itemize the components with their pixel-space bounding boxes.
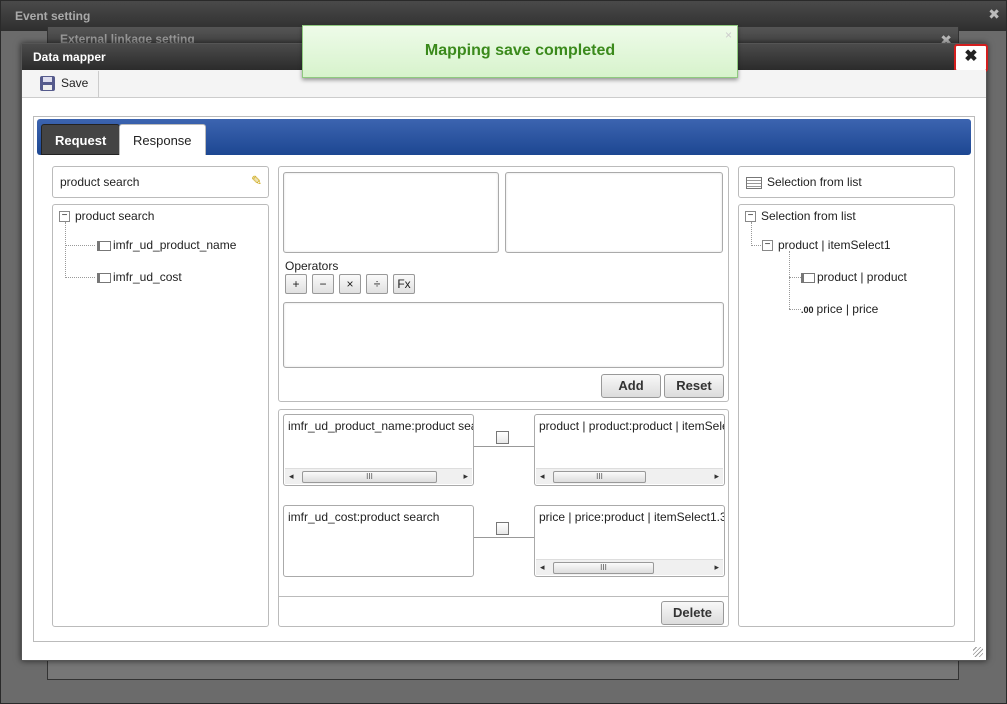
- tree-leaf[interactable]: product | product: [801, 270, 907, 284]
- tree-leaf-label: imfr_ud_product_name: [113, 238, 237, 252]
- tab-bar: Request Response: [37, 119, 971, 155]
- tree-leaf-label: price | price: [816, 302, 879, 316]
- tree-connector: [65, 277, 95, 278]
- operators-label: Operators: [285, 259, 339, 273]
- tree-node-child[interactable]: − product | itemSelect1: [762, 238, 891, 252]
- tree-node-label: Selection from list: [761, 209, 856, 223]
- save-button-label: Save: [61, 76, 89, 90]
- tree-leaf[interactable]: imfr_ud_product_name: [97, 238, 236, 252]
- horizontal-scrollbar[interactable]: ◂ III ▸: [285, 468, 472, 484]
- collapse-icon[interactable]: −: [762, 240, 773, 252]
- resize-grip-icon[interactable]: [973, 647, 983, 657]
- mapping-connector: [474, 537, 534, 538]
- mapping-target-box[interactable]: product | product:product | itemSelect1 …: [534, 414, 725, 486]
- close-button[interactable]: ✖: [954, 44, 988, 72]
- scroll-left-icon[interactable]: ◂: [540, 562, 545, 573]
- scroll-left-icon[interactable]: ◂: [289, 471, 294, 482]
- mapper-container: Request Response product search ✎ − produ…: [33, 116, 975, 642]
- tab-response[interactable]: Response: [119, 124, 206, 155]
- mapping-source-text: imfr_ud_product_name:product search: [288, 419, 474, 433]
- close-icon[interactable]: ✖: [988, 6, 1000, 23]
- multiply-operator-button[interactable]: ×: [339, 274, 361, 294]
- tree-node-label: product search: [75, 209, 155, 223]
- tree-leaf-label: product | product: [817, 270, 907, 284]
- mapping-source-text: imfr_ud_cost:product search: [288, 510, 440, 524]
- mapping-source-box[interactable]: imfr_ud_cost:product search: [283, 505, 474, 577]
- tree-connector: [65, 222, 66, 278]
- save-button[interactable]: Save: [30, 71, 100, 97]
- mapping-connector: [474, 446, 534, 447]
- target-tree-panel: − Selection from list − product | itemSele…: [738, 204, 955, 627]
- tree-connector: [789, 277, 801, 278]
- tree-connector: [65, 245, 95, 246]
- horizontal-scrollbar[interactable]: ◂ III ▸: [536, 559, 723, 575]
- scroll-thumb[interactable]: III: [553, 471, 646, 483]
- tree-leaf[interactable]: imfr_ud_cost: [97, 270, 182, 284]
- expression-textarea[interactable]: [283, 302, 724, 368]
- add-button[interactable]: Add: [601, 374, 661, 398]
- scroll-thumb[interactable]: III: [302, 471, 437, 483]
- field-icon: [97, 272, 111, 283]
- edit-pencil-icon[interactable]: ✎: [251, 173, 262, 189]
- mapping-source-box[interactable]: imfr_ud_product_name:product search ◂ II…: [283, 414, 474, 486]
- list-icon: [746, 176, 762, 189]
- scroll-right-icon[interactable]: ▸: [463, 471, 468, 482]
- minus-operator-button[interactable]: −: [312, 274, 334, 294]
- mapping-list-panel: imfr_ud_product_name:product search ◂ II…: [278, 409, 729, 627]
- source-search-value: product search: [60, 175, 140, 189]
- collapse-icon[interactable]: −: [59, 211, 70, 223]
- plus-operator-button[interactable]: +: [285, 274, 307, 294]
- mapping-checkbox[interactable]: [496, 431, 509, 444]
- expression-panel: Operators + − × ÷ Fx Add Reset: [278, 166, 729, 402]
- notification-message: Mapping save completed: [424, 42, 616, 59]
- tab-request[interactable]: Request: [41, 124, 121, 155]
- floppy-disk-icon: [40, 76, 55, 91]
- data-mapper-dialog: Data mapper ✖ Save Request Response prod…: [21, 43, 988, 661]
- delete-button[interactable]: Delete: [661, 601, 724, 625]
- source-search-field[interactable]: product search ✎: [52, 166, 269, 198]
- scroll-right-icon[interactable]: ▸: [714, 471, 719, 482]
- save-notification-toast: Mapping save completed ×: [302, 25, 738, 78]
- target-expression-box[interactable]: [505, 172, 723, 253]
- function-operator-button[interactable]: Fx: [393, 274, 415, 294]
- tree-connector: [789, 309, 801, 310]
- tree-node-root[interactable]: − product search: [59, 209, 154, 223]
- divider: [279, 596, 728, 597]
- tree-connector: [789, 251, 790, 309]
- scroll-left-icon[interactable]: ◂: [540, 471, 545, 482]
- mapping-target-box[interactable]: price | price:product | itemSelect1.3 ◂ …: [534, 505, 725, 577]
- decimal-number-icon: .00: [801, 305, 814, 315]
- mapping-target-text: price | price:product | itemSelect1.3: [539, 510, 725, 524]
- divide-operator-button[interactable]: ÷: [366, 274, 388, 294]
- tree-leaf-label: imfr_ud_cost: [113, 270, 182, 284]
- target-selector-field[interactable]: Selection from list: [738, 166, 955, 198]
- close-icon[interactable]: ×: [725, 29, 732, 41]
- reset-button[interactable]: Reset: [664, 374, 724, 398]
- tree-node-root[interactable]: − Selection from list: [745, 209, 856, 223]
- field-icon: [97, 240, 111, 251]
- field-icon: [801, 272, 815, 283]
- collapse-icon[interactable]: −: [745, 211, 756, 223]
- tree-node-label: product | itemSelect1: [778, 238, 891, 252]
- tree-connector: [751, 222, 752, 246]
- tree-leaf[interactable]: .00 price | price: [801, 302, 878, 316]
- horizontal-scrollbar[interactable]: ◂ III ▸: [536, 468, 723, 484]
- mapping-target-text: product | product:product | itemSelect1: [539, 419, 725, 433]
- scroll-right-icon[interactable]: ▸: [714, 562, 719, 573]
- source-expression-box[interactable]: [283, 172, 499, 253]
- scroll-thumb[interactable]: III: [553, 562, 654, 574]
- mapping-checkbox[interactable]: [496, 522, 509, 535]
- source-tree-panel: − product search imfr_ud_product_name imf…: [52, 204, 269, 627]
- target-selector-value: Selection from list: [767, 175, 862, 189]
